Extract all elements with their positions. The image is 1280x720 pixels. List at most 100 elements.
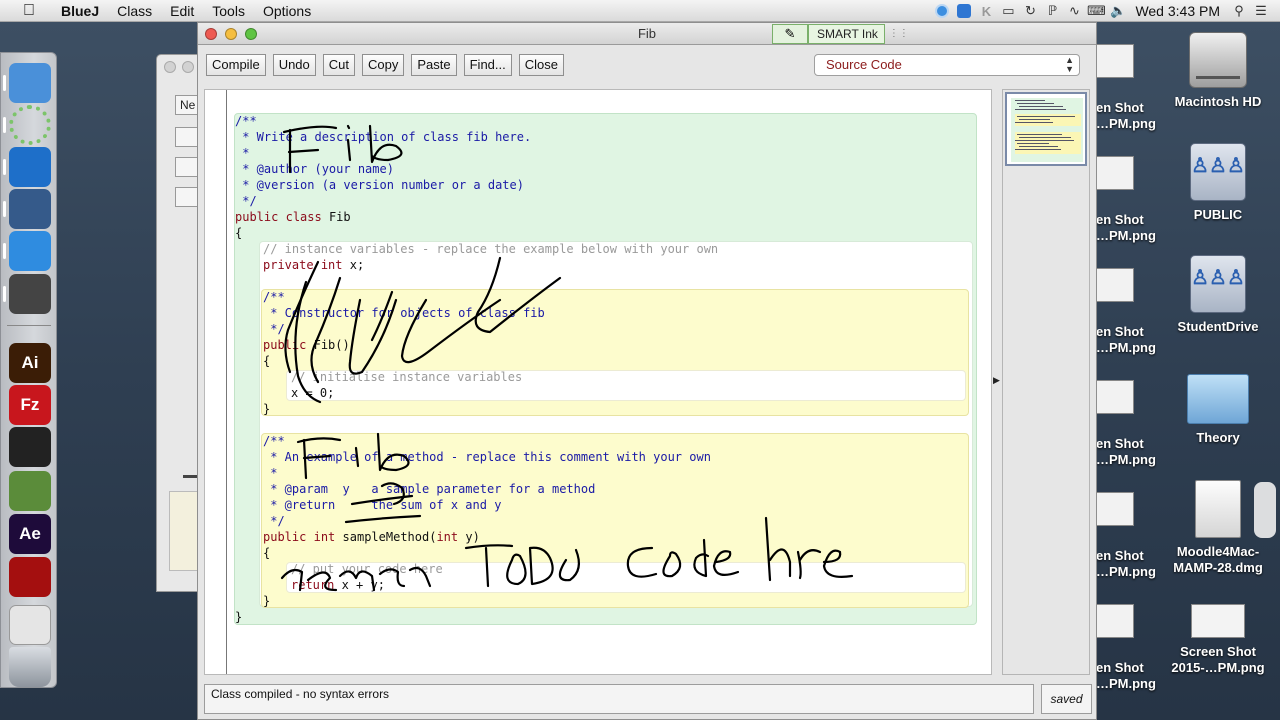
piano-icon[interactable] (9, 427, 51, 467)
code-line[interactable]: } (263, 593, 270, 609)
desktop-icon-theory[interactable]: Theory (1158, 374, 1278, 445)
panel-splitter-icon[interactable]: ▶ (993, 375, 1000, 386)
screenshot-icon[interactable] (1096, 44, 1134, 78)
screenshot-icon[interactable] (1096, 268, 1134, 302)
trash-icon[interactable] (9, 647, 51, 687)
menu-class[interactable]: Class (108, 3, 161, 19)
source-editor[interactable]: /** * Write a description of class fib h… (204, 89, 992, 675)
code-line[interactable]: // put your code here (291, 561, 443, 577)
smart-ink-pen-icon[interactable]: ✎ (772, 24, 808, 44)
smart-ink-toolbar[interactable]: ✎ SMART Ink ⋮⋮ (772, 24, 909, 44)
desktop-icon-studentdrive[interactable]: ♙♙♙ StudentDrive (1158, 255, 1278, 334)
menubar-clock[interactable]: Wed 3:43 PM (1129, 3, 1228, 19)
textedit-icon[interactable] (9, 231, 51, 271)
desktop-icon-public[interactable]: ♙♙♙ PUBLIC (1158, 143, 1278, 222)
code-line[interactable]: /** (263, 289, 285, 305)
menu-options[interactable]: Options (254, 3, 320, 19)
screenshot-icon (1191, 604, 1245, 638)
magnifier-app-icon[interactable] (9, 274, 51, 314)
status-app-icon[interactable] (931, 0, 953, 22)
bg-minimize-button[interactable] (182, 61, 194, 73)
code-line[interactable]: * (263, 465, 277, 481)
smart-ink-label[interactable]: SMART Ink (808, 24, 885, 44)
copy-button[interactable]: Copy (362, 54, 405, 76)
smart-ink-grip-icon[interactable]: ⋮⋮ (885, 24, 909, 44)
character-icon[interactable] (9, 471, 51, 511)
finder-icon[interactable] (9, 63, 51, 103)
code-line[interactable]: * @version (a version number or a date) (235, 177, 524, 193)
screenshot-icon[interactable] (1096, 156, 1134, 190)
drive-icon (1189, 32, 1247, 88)
bluetooth-icon[interactable]: ℙ (1041, 0, 1063, 22)
paste-button[interactable]: Paste (411, 54, 457, 76)
desktop-icon-label: Theory (1196, 430, 1240, 445)
spotlight-search-icon[interactable]: ⚲ (1228, 0, 1250, 22)
bg-close-button[interactable] (164, 61, 176, 73)
undo-button[interactable]: Undo (272, 54, 316, 76)
code-line[interactable]: * @return the sum of x and y (263, 497, 501, 513)
desktop-icon-label: StudentDrive (1177, 319, 1259, 334)
code-line[interactable]: { (263, 353, 270, 369)
menu-app-name[interactable]: BlueJ (52, 3, 108, 19)
code-line[interactable]: } (263, 401, 270, 417)
spinner-icon[interactable] (9, 105, 51, 145)
overview-code-line (1017, 116, 1075, 117)
overview-viewport[interactable] (1005, 92, 1087, 166)
notification-center-icon[interactable]: ☰ (1250, 0, 1272, 22)
desktop-icon-screenshot[interactable]: Screen Shot 2015-…PM.png (1158, 604, 1278, 676)
teamviewer-icon[interactable] (9, 147, 51, 187)
close-button[interactable]: Close (518, 54, 564, 76)
running-indicator (3, 117, 6, 133)
code-line[interactable]: public class Fib (235, 209, 351, 225)
volume-icon[interactable]: 🔈 (1107, 0, 1129, 22)
k-status-icon[interactable]: K (975, 0, 997, 22)
window-titlebar[interactable]: Fib ✎ SMART Ink ⋮⋮ (198, 23, 1096, 45)
acrobat-icon[interactable] (9, 557, 51, 597)
code-line[interactable]: * Write a description of class fib here. (235, 129, 531, 145)
preview-icon[interactable] (9, 605, 51, 645)
wifi-icon[interactable]: ∿ (1063, 0, 1085, 22)
code-line[interactable]: return x + y; (291, 577, 385, 593)
code-line[interactable]: * Constructor for objects of class fib (263, 305, 545, 321)
code-line[interactable]: // instance variables - replace the exam… (263, 241, 718, 257)
code-line[interactable]: */ (235, 193, 256, 209)
code-line[interactable]: /** (263, 433, 285, 449)
code-line[interactable]: { (235, 225, 242, 241)
after-effects-icon[interactable]: Ae (9, 514, 51, 554)
cut-button[interactable]: Cut (322, 54, 355, 76)
filezilla-icon[interactable]: Fz (9, 385, 51, 425)
code-line[interactable]: /** (235, 113, 257, 129)
code-line[interactable]: { (263, 545, 270, 561)
screenshot-icon[interactable] (1096, 492, 1134, 526)
view-mode-select[interactable]: Source Code ▲ ▼ (814, 54, 1080, 76)
code-line[interactable]: private int x; (263, 257, 364, 273)
code-line[interactable]: public int sampleMethod(int y) (263, 529, 480, 545)
code-line[interactable]: */ (263, 321, 284, 337)
code-line[interactable]: * An example of a method - replace this … (263, 449, 711, 465)
apple-menu-icon[interactable]:  (20, 2, 38, 20)
code-line[interactable]: x = 0; (291, 385, 334, 401)
screenshot-icon[interactable] (1096, 604, 1134, 638)
input-keyboard-icon[interactable]: ⌨ (1085, 0, 1107, 22)
disk-image-icon (1195, 480, 1241, 538)
code-line[interactable]: } (235, 609, 242, 625)
menu-tools[interactable]: Tools (203, 3, 254, 19)
illustrator-icon[interactable]: Ai (9, 343, 51, 383)
compile-button[interactable]: Compile (206, 54, 266, 76)
scroll-handle[interactable] (1254, 482, 1276, 538)
screenshot-icon[interactable] (1096, 380, 1134, 414)
desktop-icon-macintosh-hd[interactable]: Macintosh HD (1158, 32, 1278, 109)
code-line[interactable]: public Fib() (263, 337, 350, 353)
code-line[interactable]: // initialise instance variables (291, 369, 522, 385)
bluej-icon[interactable] (9, 189, 51, 229)
code-line[interactable]: * @param y a sample parameter for a meth… (263, 481, 595, 497)
find-button[interactable]: Find... (463, 54, 512, 76)
teamviewer-status-icon[interactable] (953, 0, 975, 22)
code-overview-panel[interactable] (1002, 89, 1090, 675)
code-line[interactable]: * (235, 145, 249, 161)
time-machine-icon[interactable]: ↻ (1019, 0, 1041, 22)
menu-edit[interactable]: Edit (161, 3, 203, 19)
airplay-icon[interactable]: ▭ (997, 0, 1019, 22)
code-line[interactable]: * @author (your name) (235, 161, 394, 177)
code-line[interactable]: */ (263, 513, 284, 529)
